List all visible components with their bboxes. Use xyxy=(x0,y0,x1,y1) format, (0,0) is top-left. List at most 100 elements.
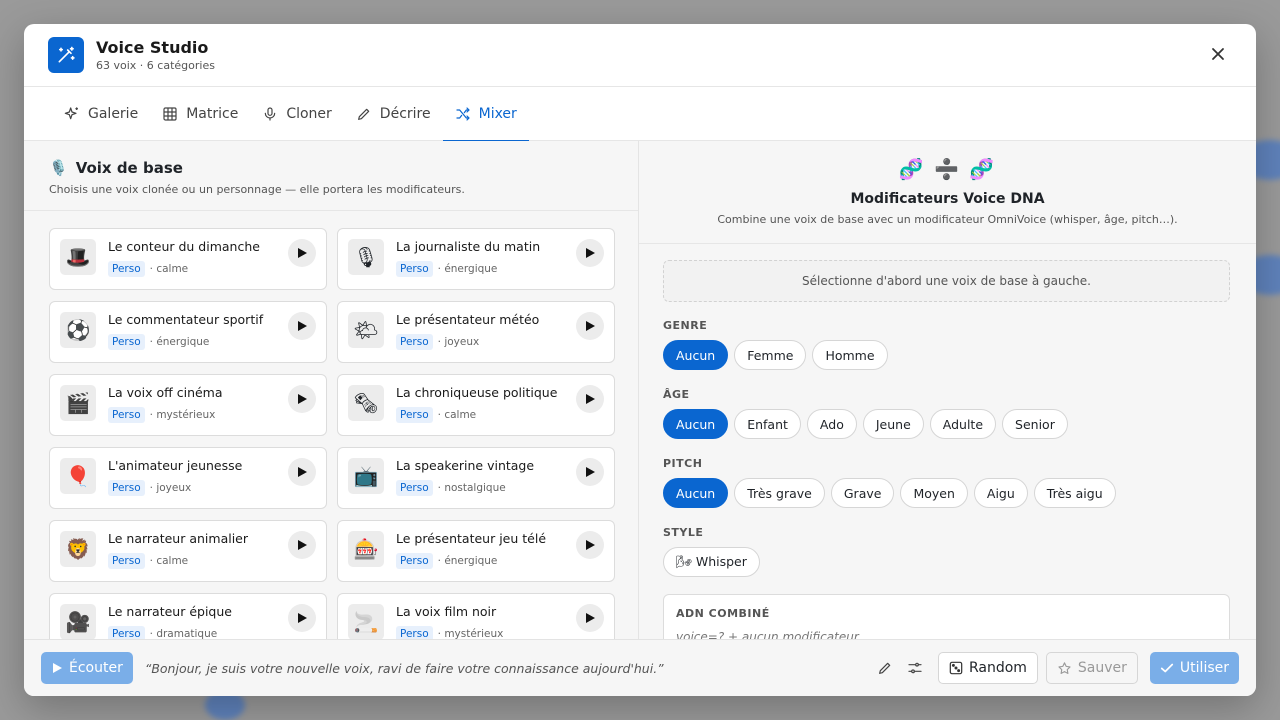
listen-button[interactable]: Écouter xyxy=(41,652,133,684)
voice-card[interactable]: 🎙 La journaliste du matin Perso · énergique xyxy=(337,228,615,290)
voice-mood: · énergique xyxy=(149,336,210,348)
star-icon xyxy=(1058,661,1071,674)
play-preview-button[interactable] xyxy=(288,239,316,267)
option-chip[interactable]: Grave xyxy=(830,478,895,508)
voice-badge: Perso xyxy=(396,407,433,423)
tab-label: Galerie xyxy=(88,106,139,122)
check-icon xyxy=(1160,663,1174,673)
grid-icon xyxy=(163,107,177,121)
voice-card[interactable]: 🚬 La voix film noir Perso · mystérieux xyxy=(337,593,615,639)
chips-age: Aucun Enfant Ado Jeune Adulte Senior xyxy=(663,409,1068,439)
play-preview-button[interactable] xyxy=(288,312,316,340)
voice-card[interactable]: 🎩 Le conteur du dimanche Perso · calme xyxy=(49,228,327,290)
use-button[interactable]: Utiliser xyxy=(1149,652,1239,684)
option-chip[interactable]: Très aigu xyxy=(1033,478,1116,508)
sparkles-icon xyxy=(64,107,78,120)
play-preview-button[interactable] xyxy=(576,312,604,340)
modal-header: Voice Studio 63 voix · 6 catégories xyxy=(24,24,1256,87)
voice-badge: Perso xyxy=(396,334,433,350)
close-button[interactable] xyxy=(1206,42,1230,66)
use-label: Utiliser xyxy=(1179,660,1229,676)
option-chip[interactable]: Aucun xyxy=(663,409,729,439)
combined-dna-value: voice=? + aucun modificateur xyxy=(676,630,859,639)
voice-mood: · énergique xyxy=(437,555,498,567)
voice-grid: 🎩 Le conteur du dimanche Perso · calme 🎙 La j… xyxy=(49,228,615,639)
voice-badge: Perso xyxy=(108,553,145,569)
voice-emoji-icon: 🦁 xyxy=(60,531,96,567)
voice-name: Le narrateur animalier xyxy=(108,531,249,546)
option-chip[interactable]: Enfant xyxy=(734,409,801,439)
voice-name: La voix film noir xyxy=(396,604,497,619)
pencil-icon xyxy=(357,108,370,120)
play-preview-button[interactable] xyxy=(288,458,316,486)
play-preview-button[interactable] xyxy=(288,604,316,632)
voice-mood: · mystérieux xyxy=(437,628,504,639)
tab-decrire[interactable]: Décrire xyxy=(344,87,443,141)
listen-label: Écouter xyxy=(69,660,123,676)
pencil-icon xyxy=(879,662,891,674)
option-chip[interactable]: Aucun xyxy=(663,478,729,508)
voice-name: La voix off cinéma xyxy=(108,385,223,400)
voice-badge: Perso xyxy=(108,261,145,277)
option-chip[interactable]: Aigu xyxy=(973,478,1028,508)
play-preview-button[interactable] xyxy=(576,458,604,486)
voice-emoji-icon: 🎈 xyxy=(60,458,96,494)
tab-label: Mixer xyxy=(478,106,517,122)
settings-button[interactable] xyxy=(900,653,930,683)
voice-card[interactable]: 🗞 La chroniqueuse politique Perso · calme xyxy=(337,374,615,436)
save-button[interactable]: Sauver xyxy=(1045,652,1138,684)
tab-matrice[interactable]: Matrice xyxy=(150,87,250,141)
option-chip[interactable]: Adulte xyxy=(929,409,997,439)
voice-card[interactable]: 🦁 Le narrateur animalier Perso · calme xyxy=(49,520,327,582)
option-chip[interactable]: 🌬 Whisper xyxy=(663,547,760,577)
play-icon xyxy=(586,248,595,258)
edit-text-button[interactable] xyxy=(870,653,900,683)
section-label-age: ÂGE xyxy=(663,388,690,401)
sample-text[interactable]: “Bonjour, je suis votre nouvelle voix, r… xyxy=(145,661,870,676)
voice-card[interactable]: ⚽ Le commentateur sportif Perso · énergique xyxy=(49,301,327,363)
voice-name: Le présentateur jeu télé xyxy=(396,531,547,546)
play-preview-button[interactable] xyxy=(576,239,604,267)
option-chip[interactable]: Ado xyxy=(806,409,857,439)
mic-icon xyxy=(265,107,276,121)
option-chip[interactable]: Jeune xyxy=(862,409,924,439)
option-chip[interactable]: Très grave xyxy=(734,478,825,508)
play-preview-button[interactable] xyxy=(576,385,604,413)
voice-emoji-icon: 🚬 xyxy=(348,604,384,639)
voice-badge: Perso xyxy=(396,626,433,639)
option-chip[interactable]: Moyen xyxy=(900,478,968,508)
voice-name: Le narrateur épique xyxy=(108,604,232,619)
tab-mixer[interactable]: Mixer xyxy=(442,87,530,142)
tab-cloner[interactable]: Cloner xyxy=(250,87,343,141)
voice-card[interactable]: 📺 La speakerine vintage Perso · nostalgique xyxy=(337,447,615,509)
voice-card[interactable]: 🎥 Le narrateur épique Perso · dramatique xyxy=(49,593,327,639)
play-icon xyxy=(298,467,307,477)
voice-card[interactable]: 🎰 Le présentateur jeu télé Perso · énergiqu… xyxy=(337,520,615,582)
play-icon xyxy=(298,394,307,404)
play-preview-button[interactable] xyxy=(576,604,604,632)
voice-mood: · calme xyxy=(437,409,477,421)
tab-label: Décrire xyxy=(379,106,431,122)
combined-dna-box: ADN COMBINÉ voice=? + aucun modificateur xyxy=(663,594,1230,639)
voice-emoji-icon: 🎰 xyxy=(348,531,384,567)
play-preview-button[interactable] xyxy=(288,531,316,559)
close-icon xyxy=(1212,48,1224,60)
play-icon xyxy=(298,321,307,331)
play-preview-button[interactable] xyxy=(576,531,604,559)
voice-card[interactable]: 🎈 L'animateur jeunesse Perso · joyeux xyxy=(49,447,327,509)
option-chip[interactable]: Aucun xyxy=(663,340,729,370)
option-chip[interactable]: Homme xyxy=(812,340,888,370)
option-chip[interactable]: Senior xyxy=(1002,409,1068,439)
voice-emoji-icon: 🎬 xyxy=(60,385,96,421)
voice-name: La speakerine vintage xyxy=(396,458,535,473)
modal-subtitle: 63 voix · 6 catégories xyxy=(96,59,215,72)
play-preview-button[interactable] xyxy=(288,385,316,413)
section-label-style: STYLE xyxy=(663,526,704,539)
tab-galerie[interactable]: Galerie xyxy=(52,87,150,141)
voice-badge: Perso xyxy=(108,334,145,350)
option-chip[interactable]: Femme xyxy=(734,340,807,370)
shuffle-icon xyxy=(456,107,470,121)
voice-card[interactable]: 🌤 Le présentateur météo Perso · joyeux xyxy=(337,301,615,363)
random-button[interactable]: Random xyxy=(937,652,1038,684)
voice-card[interactable]: 🎬 La voix off cinéma Perso · mystérieux xyxy=(49,374,327,436)
